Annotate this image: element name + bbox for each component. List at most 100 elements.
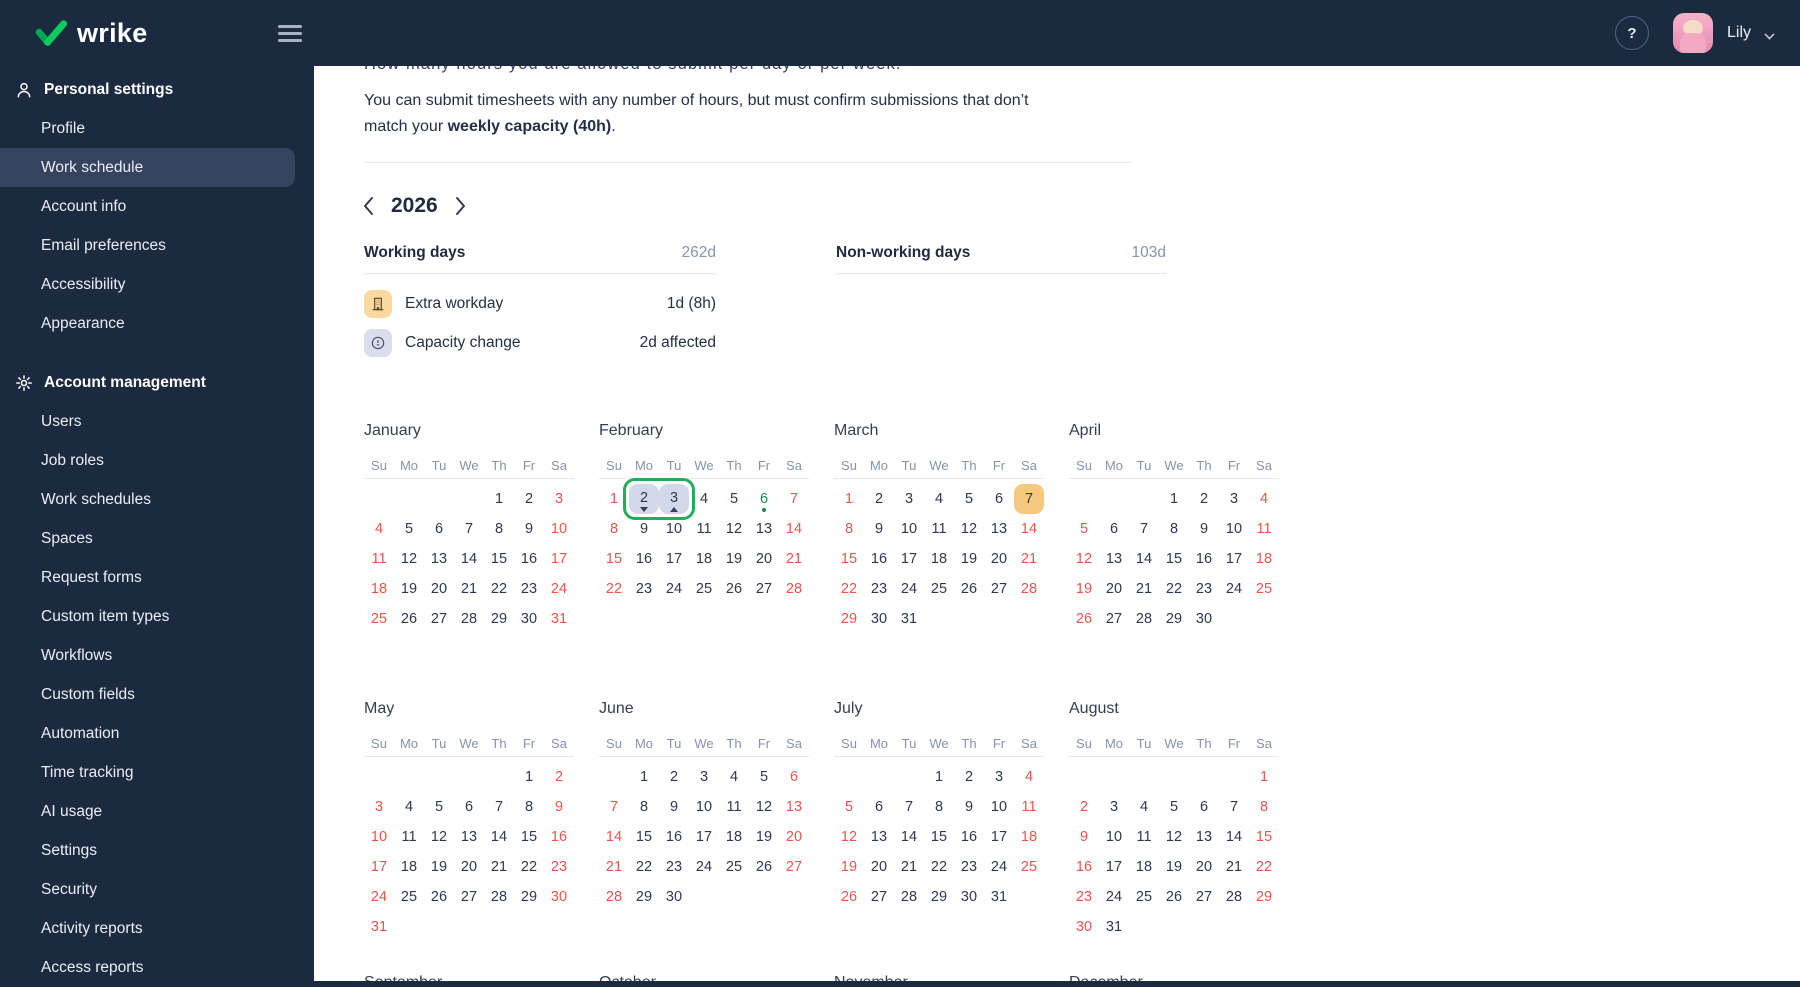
day-cell[interactable]: 1 xyxy=(924,762,954,792)
day-cell[interactable]: 24 xyxy=(544,574,574,604)
day-cell[interactable]: 13 xyxy=(864,822,894,852)
day-cell[interactable]: 22 xyxy=(1249,852,1279,882)
day-cell[interactable]: 10 xyxy=(894,514,924,544)
day-cell[interactable]: 20 xyxy=(424,574,454,604)
day-cell[interactable]: 19 xyxy=(954,544,984,574)
day-cell[interactable]: 12 xyxy=(1069,544,1099,574)
sidebar-item-spaces[interactable]: Spaces xyxy=(0,519,314,558)
day-cell[interactable]: 22 xyxy=(1159,574,1189,604)
day-cell[interactable]: 4 xyxy=(924,484,954,514)
day-cell[interactable]: 14 xyxy=(1014,514,1044,544)
day-cell[interactable]: 29 xyxy=(1159,604,1189,634)
day-cell[interactable]: 7 xyxy=(779,484,809,514)
day-cell[interactable]: 22 xyxy=(834,574,864,604)
day-cell[interactable]: 1 xyxy=(514,762,544,792)
day-cell[interactable]: 3 xyxy=(689,762,719,792)
day-cell[interactable]: 28 xyxy=(779,574,809,604)
day-cell[interactable]: 1 xyxy=(599,484,629,514)
day-cell[interactable]: 23 xyxy=(629,574,659,604)
day-cell[interactable]: 22 xyxy=(599,574,629,604)
day-cell[interactable]: 5 xyxy=(394,514,424,544)
day-cell[interactable]: 6 xyxy=(454,792,484,822)
day-cell[interactable]: 11 xyxy=(719,792,749,822)
day-cell[interactable]: 12 xyxy=(719,514,749,544)
day-cell[interactable]: 27 xyxy=(1189,882,1219,912)
day-cell[interactable]: 10 xyxy=(659,514,689,544)
day-cell[interactable]: 5 xyxy=(1069,514,1099,544)
day-cell[interactable]: 6 xyxy=(749,484,779,514)
day-cell[interactable]: 9 xyxy=(1189,514,1219,544)
day-cell[interactable]: 3 xyxy=(894,484,924,514)
day-cell[interactable]: 16 xyxy=(1189,544,1219,574)
day-cell[interactable]: 28 xyxy=(894,882,924,912)
day-cell[interactable]: 20 xyxy=(749,544,779,574)
day-cell[interactable]: 8 xyxy=(514,792,544,822)
day-cell[interactable]: 15 xyxy=(599,544,629,574)
day-cell[interactable]: 5 xyxy=(1159,792,1189,822)
menu-icon[interactable] xyxy=(278,22,302,44)
day-cell[interactable]: 14 xyxy=(779,514,809,544)
sidebar-item-job-roles[interactable]: Job roles xyxy=(0,441,314,480)
day-cell[interactable]: 20 xyxy=(864,852,894,882)
day-cell[interactable]: 8 xyxy=(834,514,864,544)
day-cell[interactable]: 5 xyxy=(719,484,749,514)
day-cell[interactable]: 15 xyxy=(1159,544,1189,574)
sidebar-item-custom-fields[interactable]: Custom fields xyxy=(0,675,314,714)
day-cell[interactable]: 13 xyxy=(779,792,809,822)
day-cell[interactable]: 17 xyxy=(544,544,574,574)
day-cell[interactable]: 13 xyxy=(454,822,484,852)
day-cell[interactable]: 16 xyxy=(629,544,659,574)
day-cell[interactable]: 14 xyxy=(484,822,514,852)
day-cell[interactable]: 29 xyxy=(1249,882,1279,912)
day-cell[interactable]: 26 xyxy=(719,574,749,604)
day-cell[interactable]: 4 xyxy=(689,484,719,514)
day-cell[interactable]: 14 xyxy=(1129,544,1159,574)
day-cell[interactable]: 14 xyxy=(1219,822,1249,852)
day-cell[interactable]: 23 xyxy=(514,574,544,604)
day-cell[interactable]: 22 xyxy=(484,574,514,604)
day-cell[interactable]: 7 xyxy=(1014,484,1044,514)
day-cell[interactable]: 23 xyxy=(1069,882,1099,912)
day-cell[interactable]: 1 xyxy=(484,484,514,514)
day-cell[interactable]: 10 xyxy=(364,822,394,852)
day-cell[interactable]: 30 xyxy=(659,882,689,912)
day-cell[interactable]: 26 xyxy=(1069,604,1099,634)
day-cell[interactable]: 24 xyxy=(689,852,719,882)
day-cell[interactable]: 15 xyxy=(1249,822,1279,852)
day-cell[interactable]: 5 xyxy=(749,762,779,792)
day-cell[interactable]: 25 xyxy=(689,574,719,604)
sidebar-item-accessibility[interactable]: Accessibility xyxy=(0,265,314,304)
day-cell[interactable]: 11 xyxy=(1129,822,1159,852)
day-cell[interactable]: 19 xyxy=(1159,852,1189,882)
day-cell[interactable]: 19 xyxy=(394,574,424,604)
day-cell[interactable]: 12 xyxy=(1159,822,1189,852)
sidebar-item-ai-usage[interactable]: AI usage xyxy=(0,792,314,831)
day-cell[interactable]: 9 xyxy=(544,792,574,822)
day-cell[interactable]: 14 xyxy=(599,822,629,852)
day-cell[interactable]: 4 xyxy=(1014,762,1044,792)
day-cell[interactable]: 14 xyxy=(894,822,924,852)
day-cell[interactable]: 27 xyxy=(1099,604,1129,634)
day-cell[interactable]: 6 xyxy=(864,792,894,822)
day-cell[interactable]: 19 xyxy=(424,852,454,882)
day-cell[interactable]: 26 xyxy=(1159,882,1189,912)
day-cell[interactable]: 21 xyxy=(1129,574,1159,604)
day-cell[interactable]: 4 xyxy=(1129,792,1159,822)
day-cell[interactable]: 30 xyxy=(544,882,574,912)
day-cell[interactable]: 15 xyxy=(924,822,954,852)
day-cell[interactable]: 22 xyxy=(514,852,544,882)
day-cell[interactable]: 15 xyxy=(834,544,864,574)
sidebar-item-appearance[interactable]: Appearance xyxy=(0,304,314,343)
day-cell[interactable]: 1 xyxy=(629,762,659,792)
day-cell[interactable]: 20 xyxy=(454,852,484,882)
day-cell[interactable]: 18 xyxy=(1014,822,1044,852)
day-cell[interactable]: 27 xyxy=(779,852,809,882)
day-cell[interactable]: 25 xyxy=(394,882,424,912)
day-cell[interactable]: 29 xyxy=(924,882,954,912)
day-cell[interactable]: 7 xyxy=(484,792,514,822)
day-cell[interactable]: 13 xyxy=(1099,544,1129,574)
sidebar-item-access-reports[interactable]: Access reports xyxy=(0,948,314,987)
day-cell[interactable]: 28 xyxy=(599,882,629,912)
day-cell[interactable]: 9 xyxy=(864,514,894,544)
wrike-logo[interactable]: wrike xyxy=(34,18,148,49)
